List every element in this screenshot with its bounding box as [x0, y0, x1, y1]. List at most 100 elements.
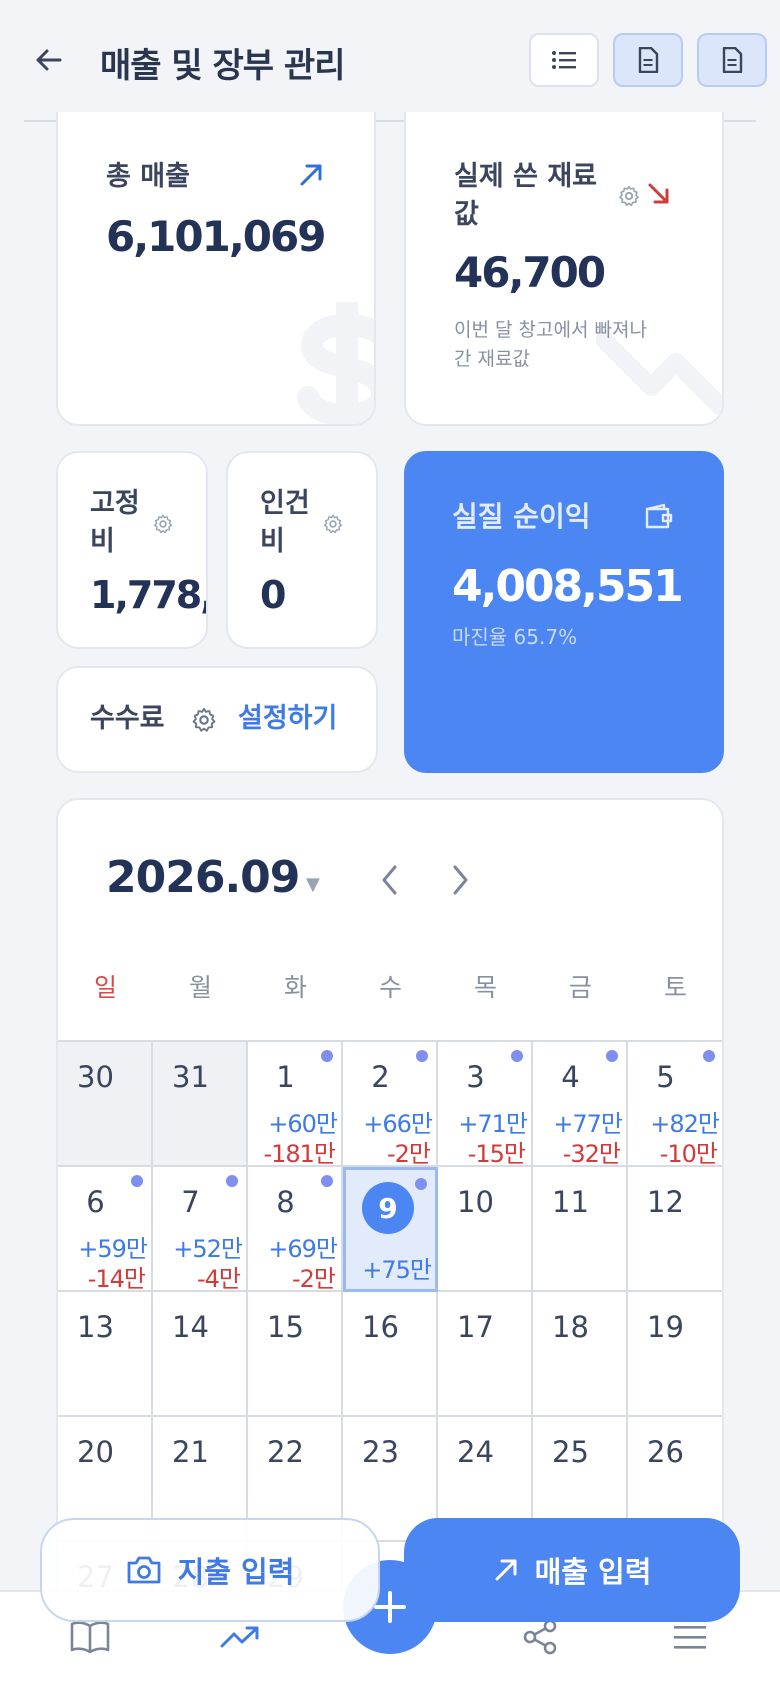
material-cost-description: 이번 달 창고에서 빠져나간 재료값	[454, 319, 647, 370]
day-number: 24	[457, 1435, 494, 1469]
calendar-day[interactable]: 1 +60만 -181만	[248, 1042, 343, 1168]
material-cost-card[interactable]: 실제 쓴 재료값 46,700 이번 달 창고에서 빠져나간 재료값	[404, 112, 724, 426]
day-number: 16	[362, 1310, 399, 1344]
sales-input-button[interactable]: 매출 입력	[404, 1518, 740, 1622]
day-number: 15	[267, 1310, 304, 1344]
day-number: 1	[276, 1060, 295, 1094]
calendar-day-selected[interactable]: 9 +75만	[343, 1167, 438, 1292]
list-view-button[interactable]	[529, 33, 599, 87]
document-icon	[638, 47, 659, 73]
commission-settings-link[interactable]: 설정하기	[238, 700, 337, 738]
net-profit-card[interactable]: 실질 순이익 4,008,551 마진율 65.7%	[404, 451, 724, 773]
entry-indicator-dot	[606, 1050, 618, 1062]
calendar-day[interactable]: 8 +69만 -2만	[248, 1167, 343, 1293]
calendar-day[interactable]: 15	[248, 1292, 343, 1417]
back-button[interactable]	[30, 42, 66, 78]
day-number: 11	[552, 1185, 589, 1219]
commission-label: 수수료	[90, 703, 165, 734]
entry-indicator-dot	[703, 1050, 715, 1062]
arrow-up-right-icon	[495, 1559, 517, 1581]
calendar-day[interactable]: 13	[58, 1292, 153, 1417]
weekday-label: 일	[93, 973, 117, 1002]
day-expense: -32만	[562, 1140, 621, 1168]
entry-indicator-dot	[321, 1050, 333, 1062]
calendar-day[interactable]: 30	[58, 1042, 153, 1167]
report-view-button[interactable]	[697, 33, 767, 87]
weekday-label: 목	[473, 973, 497, 1002]
day-number: 3	[466, 1060, 485, 1094]
calendar-day[interactable]: 31	[153, 1042, 248, 1167]
day-number: 23	[362, 1435, 399, 1469]
day-number: 17	[457, 1310, 494, 1344]
chevron-right-icon	[453, 865, 468, 895]
arrow-left-icon	[36, 49, 62, 71]
total-sales-card[interactable]: 총 매출 6,101,069	[56, 112, 376, 426]
labor-cost-label: 인건비	[260, 488, 310, 557]
gear-icon[interactable]	[190, 706, 218, 734]
day-expense: -181만	[263, 1140, 336, 1168]
day-number: 20	[77, 1435, 114, 1469]
calendar-day[interactable]: 10	[438, 1167, 533, 1292]
gear-icon[interactable]	[617, 184, 641, 208]
calendar-day[interactable]: 12	[628, 1167, 722, 1292]
calendar-day[interactable]: 4 +77만 -32만	[533, 1042, 628, 1168]
wallet-icon	[645, 503, 673, 529]
gear-icon[interactable]	[152, 513, 174, 535]
day-number: 18	[552, 1310, 589, 1344]
total-sales-label: 총 매출	[106, 161, 190, 192]
next-month-button[interactable]	[440, 860, 480, 900]
day-number: 26	[647, 1435, 684, 1469]
entry-indicator-dot	[131, 1175, 143, 1187]
day-expense: -2만	[386, 1140, 431, 1168]
net-profit-value: 4,008,551	[452, 561, 684, 612]
entry-indicator-dot	[415, 1178, 427, 1190]
fixed-cost-value: 1,778,000	[90, 573, 206, 617]
chevron-left-icon	[382, 865, 397, 895]
day-number: 21	[172, 1435, 209, 1469]
calendar-day[interactable]: 6 +59만 -14만	[58, 1167, 153, 1293]
document-icon	[722, 47, 743, 73]
calendar-day[interactable]: 16	[343, 1292, 438, 1417]
sales-input-label: 매출 입력	[534, 1555, 652, 1589]
calendar-day[interactable]: 2 +66만 -2만	[343, 1042, 438, 1168]
camera-icon	[127, 1556, 160, 1584]
day-number: 9	[362, 1182, 414, 1234]
trending-up-icon	[220, 1626, 259, 1648]
weekday-label: 금	[568, 973, 592, 1002]
weekday-label: 화	[283, 973, 307, 1002]
day-number: 25	[552, 1435, 589, 1469]
calendar-day[interactable]: 19	[628, 1292, 722, 1417]
gear-icon[interactable]	[322, 513, 344, 535]
share-icon	[523, 1619, 557, 1655]
calendar-day[interactable]: 11	[533, 1167, 628, 1292]
day-number: 30	[77, 1060, 114, 1094]
calendar-day[interactable]: 7 +52만 -4만	[153, 1167, 248, 1293]
expense-input-label: 지출 입력	[177, 1555, 295, 1589]
labor-cost-value: 0	[260, 573, 286, 617]
weekday-label: 토	[663, 973, 687, 1002]
calendar-day[interactable]: 3 +71만 -15만	[438, 1042, 533, 1168]
fixed-cost-card[interactable]: 고정비 1,778,000	[56, 451, 208, 649]
day-expense: -4만	[196, 1265, 241, 1293]
day-number: 22	[267, 1435, 304, 1469]
menu-icon	[674, 1626, 706, 1649]
calendar-day[interactable]: 5 +82만 -10만	[628, 1042, 722, 1168]
entry-indicator-dot	[511, 1050, 523, 1062]
document-view-button[interactable]	[613, 33, 683, 87]
day-number: 4	[561, 1060, 580, 1094]
caret-down-icon[interactable]: ▼	[306, 874, 320, 895]
day-income: +75만	[362, 1256, 432, 1284]
day-expense: -10만	[659, 1140, 718, 1168]
calendar-day[interactable]: 14	[153, 1292, 248, 1417]
labor-cost-card[interactable]: 인건비 0	[226, 451, 378, 649]
calendar-day[interactable]: 18	[533, 1292, 628, 1417]
arrow-down-right-icon	[648, 183, 669, 204]
calendar-day[interactable]: 17	[438, 1292, 533, 1417]
expense-input-button[interactable]: 지출 입력	[40, 1518, 380, 1622]
prev-month-button[interactable]	[370, 860, 410, 900]
calendar-month-title[interactable]: 2026.09	[106, 852, 300, 903]
day-number: 14	[172, 1310, 209, 1344]
net-profit-label: 실질 순이익	[452, 500, 591, 533]
entry-indicator-dot	[321, 1175, 333, 1187]
fixed-cost-label: 고정비	[90, 488, 140, 557]
